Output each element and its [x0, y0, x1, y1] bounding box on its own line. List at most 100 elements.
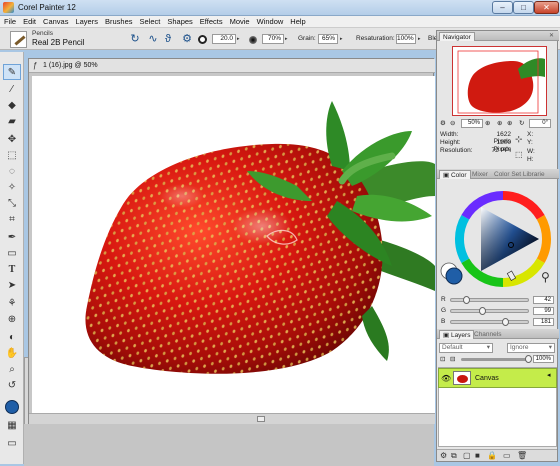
delete-layer-icon[interactable]: 🗑 — [517, 451, 527, 460]
main-color-swatch[interactable] — [5, 400, 19, 414]
grain-field[interactable]: 65% — [318, 34, 338, 44]
brush-settings-icon[interactable]: ⚙ — [180, 32, 194, 46]
preserve-mode-select[interactable]: Ignore ▾ — [507, 343, 555, 353]
r-slider-knob[interactable] — [462, 296, 470, 304]
dropper-tool-icon[interactable]: ⁄ — [3, 82, 21, 98]
lock-icon[interactable]: 🔒 — [487, 451, 497, 460]
b-slider[interactable] — [450, 318, 529, 326]
preserve-transparency-icon[interactable]: ⊟ — [450, 355, 455, 363]
pen-tool-icon[interactable]: ✒ — [3, 230, 21, 246]
opacity-field[interactable]: 70% — [262, 34, 284, 44]
scroll-thumb[interactable] — [257, 416, 265, 422]
brush-category-label[interactable]: Pencils — [32, 30, 53, 37]
size-field[interactable]: 20.0 — [212, 34, 236, 44]
grain-spinner-icon[interactable]: ▸ — [340, 34, 346, 44]
tab-navigator[interactable]: Navigator — [439, 32, 475, 41]
nav-zoom-spin-icon[interactable]: ⊕ — [485, 119, 490, 127]
menu-help[interactable]: Help — [290, 17, 305, 26]
g-value[interactable]: 99 — [533, 307, 554, 315]
stroke-freehand-icon[interactable]: ∿ — [146, 32, 160, 46]
menu-file[interactable]: File — [4, 17, 16, 26]
tab-color[interactable]: ▣ Color — [439, 170, 471, 179]
menu-layers[interactable]: Layers — [75, 17, 98, 26]
mirror-painting-icon[interactable]: ⚘ — [3, 296, 21, 312]
b-slider-knob[interactable] — [502, 318, 510, 326]
menu-select[interactable]: Select — [140, 17, 161, 26]
brush-variant-label[interactable]: Real 2B Pencil — [32, 38, 84, 47]
paint-bucket-icon[interactable]: ◆ — [3, 98, 21, 114]
nav-zoom-out-icon[interactable]: ⊖ — [450, 119, 455, 127]
g-slider-knob[interactable] — [479, 307, 487, 315]
paper-selector-icon[interactable]: ▦ — [3, 418, 21, 434]
opacity-spinner-icon[interactable]: ▸ — [285, 34, 291, 44]
eye-visibility-icon[interactable]: 👁 — [441, 374, 451, 383]
tab-channels[interactable]: Channels — [471, 330, 504, 339]
dynamic-plugins-icon[interactable]: ⧉ — [451, 451, 457, 461]
menu-shapes[interactable]: Shapes — [167, 17, 192, 26]
panel-close-icon[interactable]: ✕ — [549, 32, 554, 39]
layer-options-icon[interactable]: ◂ — [547, 371, 551, 379]
tab-layers[interactable]: ▣ Layers — [439, 330, 475, 339]
menu-edit[interactable]: Edit — [23, 17, 36, 26]
menu-movie[interactable]: Movie — [230, 17, 250, 26]
crop-tool-icon[interactable]: ⌗ — [3, 212, 21, 228]
navigator-thumbnail[interactable] — [452, 46, 547, 116]
brush-tool-icon[interactable]: ✎ — [3, 64, 21, 80]
color-wheel-area[interactable]: ⚲ — [437, 181, 559, 299]
b-value[interactable]: 181 — [533, 318, 554, 326]
new-layer-button-icon[interactable]: ▭ — [503, 451, 511, 460]
transform-tool-icon[interactable]: ⤡ — [3, 196, 21, 212]
text-tool-icon[interactable]: T — [3, 262, 21, 278]
stroke-straight-icon[interactable]: ϑ — [161, 32, 175, 46]
menu-canvas[interactable]: Canvas — [43, 17, 68, 26]
new-layer-icon[interactable]: ▢ — [463, 451, 471, 460]
navigator-rotation-field[interactable]: 0° — [529, 119, 551, 128]
menu-window[interactable]: Window — [257, 17, 284, 26]
screen-mode-icon[interactable]: ▭ — [3, 436, 21, 452]
document-scrollbar[interactable] — [29, 413, 435, 424]
minimize-button[interactable]: – — [492, 1, 513, 14]
tab-mixer[interactable]: Mixer — [469, 170, 491, 179]
layer-adjuster-icon[interactable]: ✥ — [3, 132, 21, 148]
document-tab[interactable]: ƒ 1 (16).jpg @ 50% — [29, 59, 435, 73]
maximize-button[interactable]: □ — [513, 1, 534, 14]
grabber-hand-icon[interactable]: ✋ — [3, 346, 21, 362]
layer-opacity-knob[interactable] — [525, 355, 532, 363]
layer-opacity-slider[interactable] — [461, 355, 532, 363]
menu-effects[interactable]: Effects — [200, 17, 223, 26]
nav-zoom-fit-icon[interactable]: ⊕ — [497, 119, 502, 127]
layer-row-canvas[interactable]: 👁 Canvas ◂ — [438, 368, 557, 388]
r-value[interactable]: 42 — [533, 296, 554, 304]
opacity-dial-icon[interactable] — [249, 36, 257, 44]
shape-selection-icon[interactable]: ➤ — [3, 278, 21, 294]
nav-zoom-actual-icon[interactable]: ⊕ — [507, 119, 512, 127]
layer-mask-icon[interactable]: ■ — [475, 451, 480, 460]
g-slider[interactable] — [450, 307, 529, 315]
composite-method-select[interactable]: Default ▾ — [439, 343, 493, 353]
rotate-page-icon[interactable]: ↺ — [3, 378, 21, 394]
close-button[interactable]: ✕ — [534, 1, 559, 14]
tab-color-set-libraries[interactable]: Color Set Librarie — [491, 170, 548, 179]
r-slider[interactable] — [450, 296, 529, 304]
brush-selector-icon[interactable] — [10, 31, 27, 48]
resaturation-spinner-icon[interactable]: ▸ — [418, 34, 424, 44]
magic-wand-icon[interactable]: ✧ — [3, 180, 21, 196]
rectangle-select-icon[interactable]: ⬚ — [3, 148, 21, 164]
navigator-options-icon[interactable]: ⚙ — [440, 119, 446, 127]
reset-tool-icon[interactable]: ↻ — [128, 32, 142, 46]
dodge-burn-icon[interactable]: ◐ — [3, 330, 21, 346]
eraser-tool-icon[interactable]: ▰ — [3, 114, 21, 130]
cloner-tool-icon[interactable]: ⊕ — [3, 312, 21, 328]
layer-commands-icon[interactable]: ⚙ — [440, 451, 447, 460]
nav-rotate-icon[interactable]: ↻ — [519, 119, 524, 127]
rectangle-shape-icon[interactable]: ▭ — [3, 246, 21, 262]
layer-opacity-value[interactable]: 100% — [533, 355, 554, 363]
canvas[interactable] — [32, 76, 435, 413]
size-dial-icon[interactable] — [198, 35, 207, 44]
navigator-zoom-field[interactable]: 50% — [461, 119, 483, 128]
resaturation-field[interactable]: 100% — [396, 34, 416, 44]
color-wheel[interactable]: ⚲ — [437, 181, 559, 299]
lasso-tool-icon[interactable]: ◌ — [3, 164, 21, 180]
size-spinner-icon[interactable]: ▸ — [237, 34, 243, 44]
menu-brushes[interactable]: Brushes — [105, 17, 133, 26]
